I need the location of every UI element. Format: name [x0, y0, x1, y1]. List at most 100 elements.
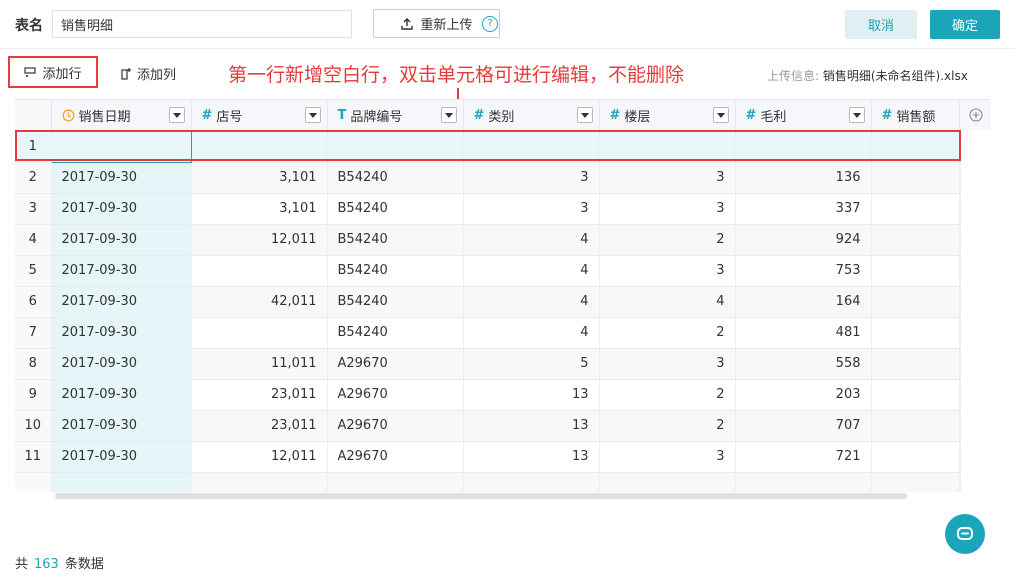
- chevron-down-icon[interactable]: [168, 107, 185, 124]
- table-row[interactable]: 2 2017-09-30 3,101 B54240 3 3 136: [15, 162, 961, 194]
- table-cell[interactable]: 2017-09-30: [51, 410, 192, 442]
- table-row[interactable]: 10 2017-09-30 23,011 A29670 13 2 707: [15, 410, 961, 442]
- table-cell[interactable]: 13: [463, 441, 600, 473]
- table-cell[interactable]: [871, 193, 960, 225]
- column-header[interactable]: 销售日期: [51, 100, 192, 132]
- table-cell[interactable]: 3: [599, 193, 736, 225]
- table-cell[interactable]: 3: [599, 348, 736, 380]
- table-cell[interactable]: 3: [599, 441, 736, 473]
- add-column-button[interactable]: 添加列: [120, 64, 176, 83]
- table-cell[interactable]: 2017-09-30: [51, 162, 192, 194]
- table-cell[interactable]: [191, 131, 328, 163]
- cancel-button[interactable]: 取消: [845, 10, 917, 39]
- table-cell[interactable]: [871, 317, 960, 349]
- table-cell[interactable]: [871, 224, 960, 256]
- table-cell[interactable]: [599, 131, 736, 163]
- chevron-down-icon[interactable]: [304, 107, 321, 124]
- table-cell[interactable]: [871, 410, 960, 442]
- table-cell[interactable]: B54240: [327, 286, 464, 318]
- table-cell[interactable]: B54240: [327, 224, 464, 256]
- table-cell[interactable]: [51, 472, 192, 492]
- table-cell[interactable]: 2017-09-30: [51, 441, 192, 473]
- table-row[interactable]: 4 2017-09-30 12,011 B54240 4 2 924: [15, 224, 961, 256]
- horizontal-scrollbar[interactable]: [55, 493, 907, 499]
- table-cell[interactable]: [50, 130, 192, 163]
- table-cell[interactable]: 481: [735, 317, 872, 349]
- table-cell[interactable]: [327, 131, 464, 163]
- table-cell[interactable]: B54240: [327, 317, 464, 349]
- table-cell[interactable]: 707: [735, 410, 872, 442]
- table-cell[interactable]: 4: [463, 317, 600, 349]
- table-cell[interactable]: 3: [599, 255, 736, 287]
- chat-support-button[interactable]: [945, 514, 985, 554]
- chevron-down-icon[interactable]: [848, 107, 865, 124]
- add-row-button[interactable]: 添加行: [8, 56, 98, 88]
- table-cell[interactable]: 5: [463, 348, 600, 380]
- table-cell[interactable]: 136: [735, 162, 872, 194]
- table-cell[interactable]: [191, 472, 328, 492]
- table-cell[interactable]: A29670: [327, 348, 464, 380]
- new-blank-row[interactable]: 1: [15, 130, 961, 163]
- table-cell[interactable]: [463, 472, 600, 492]
- table-cell[interactable]: 753: [735, 255, 872, 287]
- column-header[interactable]: T 品牌编号: [327, 100, 464, 132]
- table-cell[interactable]: 3,101: [191, 193, 328, 225]
- table-cell[interactable]: B54240: [327, 255, 464, 287]
- table-cell[interactable]: [871, 162, 960, 194]
- table-cell[interactable]: 4: [463, 255, 600, 287]
- chevron-down-icon[interactable]: [576, 107, 593, 124]
- table-row[interactable]: 3 2017-09-30 3,101 B54240 3 3 337: [15, 193, 961, 225]
- table-cell[interactable]: 12,011: [191, 441, 328, 473]
- table-cell[interactable]: A29670: [327, 441, 464, 473]
- help-icon[interactable]: ?: [482, 16, 498, 32]
- table-cell[interactable]: [599, 472, 736, 492]
- table-cell[interactable]: 337: [735, 193, 872, 225]
- table-cell[interactable]: 3,101: [191, 162, 328, 194]
- table-row[interactable]: 11 2017-09-30 12,011 A29670 13 3 721: [15, 441, 961, 473]
- table-cell[interactable]: 2017-09-30: [51, 224, 192, 256]
- add-column-plus-icon[interactable]: [959, 100, 991, 130]
- table-cell[interactable]: 23,011: [191, 410, 328, 442]
- table-cell[interactable]: [327, 472, 464, 492]
- table-cell[interactable]: [735, 472, 872, 492]
- column-header[interactable]: # 毛利: [735, 100, 872, 132]
- column-header[interactable]: # 类别: [463, 100, 600, 132]
- table-name-input[interactable]: [52, 10, 352, 38]
- table-cell[interactable]: 4: [463, 224, 600, 256]
- table-row[interactable]: 5 2017-09-30 B54240 4 3 753: [15, 255, 961, 287]
- table-cell[interactable]: 924: [735, 224, 872, 256]
- table-cell[interactable]: 2017-09-30: [51, 255, 192, 287]
- table-row[interactable]: 7 2017-09-30 B54240 4 2 481: [15, 317, 961, 349]
- column-header[interactable]: # 销售额: [871, 100, 960, 132]
- table-cell[interactable]: 2: [599, 317, 736, 349]
- table-row[interactable]: 6 2017-09-30 42,011 B54240 4 4 164: [15, 286, 961, 318]
- table-cell[interactable]: 721: [735, 441, 872, 473]
- column-header[interactable]: # 店号: [191, 100, 328, 132]
- table-cell[interactable]: [871, 472, 960, 492]
- table-cell[interactable]: 3: [599, 162, 736, 194]
- table-cell[interactable]: 203: [735, 379, 872, 411]
- table-cell[interactable]: 23,011: [191, 379, 328, 411]
- table-cell[interactable]: 2: [599, 379, 736, 411]
- table-cell[interactable]: 164: [735, 286, 872, 318]
- table-row[interactable]: 8 2017-09-30 11,011 A29670 5 3 558: [15, 348, 961, 380]
- table-cell[interactable]: [871, 286, 960, 318]
- table-cell[interactable]: [871, 379, 960, 411]
- table-cell[interactable]: 3: [463, 162, 600, 194]
- table-cell[interactable]: 12,011: [191, 224, 328, 256]
- table-cell[interactable]: 2: [599, 410, 736, 442]
- table-cell[interactable]: A29670: [327, 379, 464, 411]
- reupload-button[interactable]: 重新上传: [373, 9, 500, 38]
- table-cell[interactable]: [871, 255, 960, 287]
- table-cell[interactable]: [871, 441, 960, 473]
- table-cell[interactable]: [871, 348, 960, 380]
- table-cell[interactable]: [463, 131, 600, 163]
- table-cell[interactable]: A29670: [327, 410, 464, 442]
- table-cell[interactable]: 3: [463, 193, 600, 225]
- table-cell[interactable]: 2017-09-30: [51, 193, 192, 225]
- table-cell[interactable]: B54240: [327, 193, 464, 225]
- table-cell[interactable]: [871, 131, 960, 163]
- table-cell[interactable]: 4: [463, 286, 600, 318]
- table-cell[interactable]: 2: [599, 224, 736, 256]
- table-cell[interactable]: 2017-09-30: [51, 348, 192, 380]
